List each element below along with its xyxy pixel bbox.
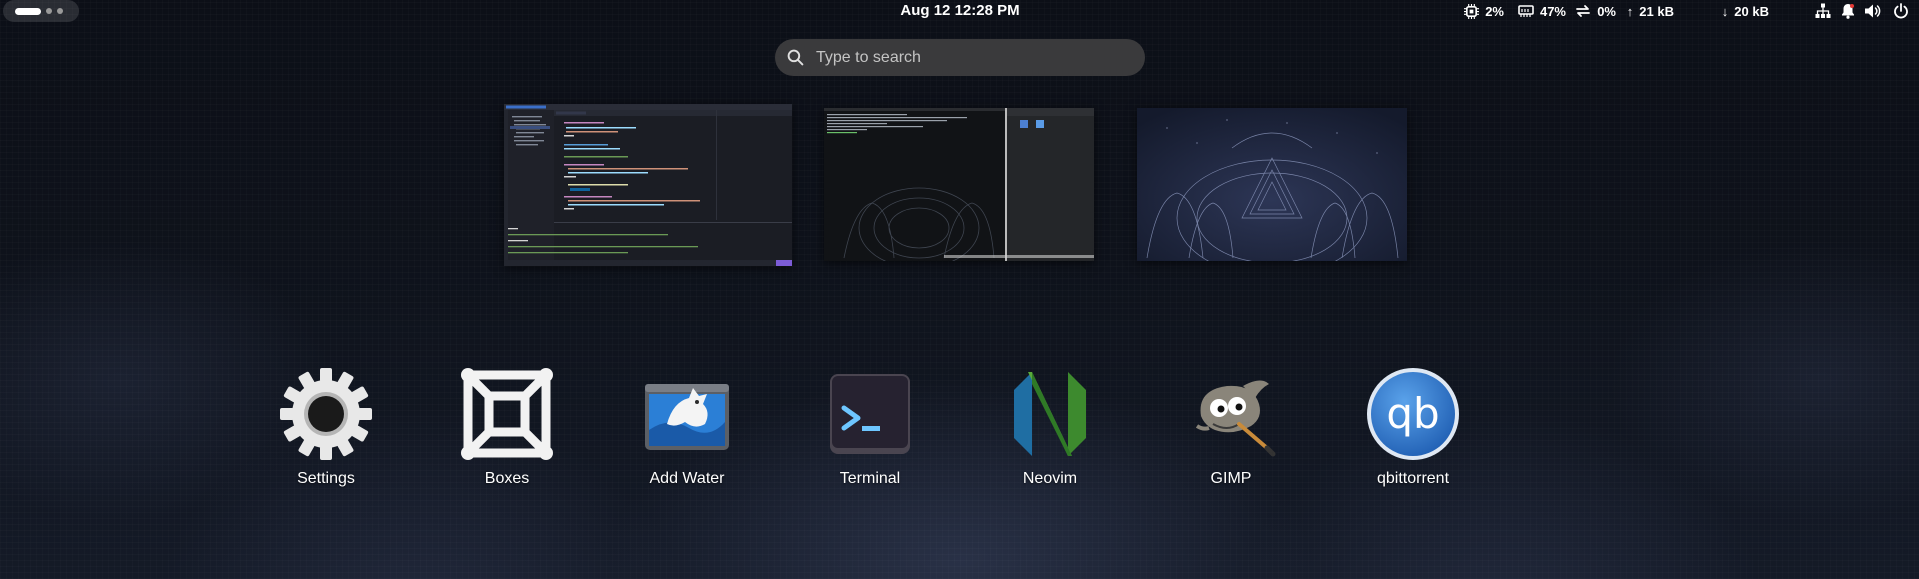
add-water-icon [639,366,735,462]
clock[interactable]: Aug 12 12:28 PM [880,0,1040,22]
activities-button[interactable] [3,0,79,22]
download-value: 20 kB [1734,3,1769,19]
dash-app-label: Add Water [649,470,725,487]
dash-app-terminal[interactable]: Terminal [795,366,945,488]
dash-app-label: Settings [297,470,355,487]
download-indicator[interactable]: ↓ 20 kB [1722,0,1769,22]
window-thumbnail-wallpaper[interactable] [1137,108,1407,261]
wallpaper-preview [1137,108,1407,261]
workspace-indicator-active[interactable] [15,7,41,15]
upload-indicator[interactable]: ↑ 21 kB [1627,0,1674,22]
gear-icon [278,366,374,462]
dash-app-boxes[interactable]: Boxes [432,366,582,488]
upload-value: 21 kB [1639,3,1674,19]
dash-app-settings[interactable]: Settings [251,366,401,488]
volume-icon[interactable] [1864,3,1882,19]
neovim-icon [1002,366,1098,462]
dash-app-neovim[interactable]: Neovim [975,366,1125,488]
window-thumbnail-terminal[interactable] [824,108,1094,261]
cpu-icon [1464,3,1480,19]
workspace-indicator[interactable] [57,8,63,14]
code-editor-preview [504,104,792,266]
search-input[interactable] [814,47,1118,68]
cpu-indicator[interactable]: 2% [1464,0,1504,22]
upload-arrow-icon: ↑ [1626,3,1634,19]
download-arrow-icon: ↓ [1721,3,1729,19]
notification-bell-icon[interactable] [1841,3,1855,19]
qbittorrent-icon: qb [1365,366,1461,462]
power-icon[interactable] [1893,3,1909,19]
window-thumbnail-code-editor[interactable] [504,104,792,266]
memory-value: 47% [1539,3,1566,19]
search-entry[interactable] [775,39,1145,76]
dash-app-gimp[interactable]: GIMP [1156,366,1306,488]
network-wired-icon[interactable] [1815,3,1831,19]
search-icon [787,49,804,66]
terminal-icon [822,366,918,462]
swap-indicator[interactable]: 0% [1575,0,1616,22]
svg-text:qb: qb [1386,389,1439,438]
workspace-indicator[interactable] [46,8,52,14]
dash-app-add-water[interactable]: Add Water [612,366,762,488]
dash-app-label: Boxes [484,470,530,487]
memory-icon [1518,5,1534,17]
terminal-preview [824,108,1094,261]
dash-app-qbittorrent[interactable]: qb qbittorrent [1338,366,1488,488]
dash-app-label: qbittorrent [1376,470,1450,487]
dash-app-label: GIMP [1210,470,1252,487]
dash-app-label: Neovim [1022,470,1078,487]
swap-value: 0% [1597,3,1616,19]
top-bar: Aug 12 12:28 PM 2% 47% 0% ↑ 21 kB ↓ 20 k… [0,0,1919,22]
gimp-icon [1183,366,1279,462]
swap-icon [1576,5,1591,17]
dash-app-label: Terminal [839,470,901,487]
cpu-value: 2% [1485,3,1504,19]
memory-indicator[interactable]: 47% [1518,0,1566,22]
boxes-icon [459,366,555,462]
